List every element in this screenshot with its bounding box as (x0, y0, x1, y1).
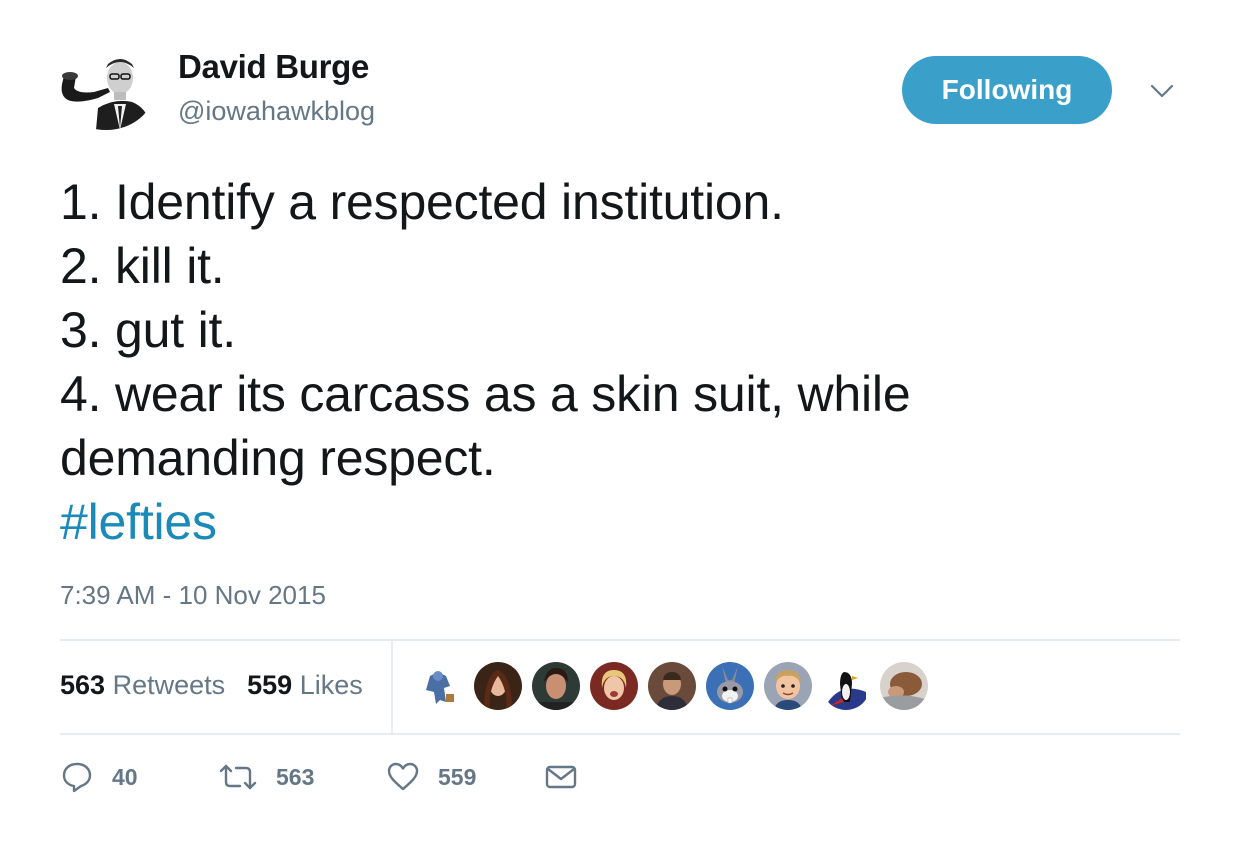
likes-stat[interactable]: 559 Likes (247, 670, 363, 701)
liker-avatars (416, 662, 928, 710)
divider (60, 639, 1180, 641)
tweet-text: 1. Identify a respected institution. 2. … (60, 170, 1180, 554)
following-button[interactable]: Following (902, 56, 1112, 124)
like-button[interactable]: 559 (386, 760, 544, 794)
liker-avatar-woman-dark-hair[interactable] (474, 662, 522, 710)
hashtag-link[interactable]: #lefties (60, 490, 1180, 554)
reply-count: 40 (112, 763, 138, 790)
tweet-line-3: 3. gut it. (60, 302, 236, 358)
tweet-line-5: demanding respect. (60, 430, 496, 486)
divider (60, 733, 1180, 735)
retweet-icon (219, 764, 257, 790)
caret-down-icon[interactable] (1148, 80, 1176, 102)
retweets-label: Retweets (112, 670, 226, 700)
retweet-button[interactable]: 563 (218, 760, 386, 794)
author-handle[interactable]: @iowahawkblog (178, 96, 375, 127)
reply-icon (62, 762, 92, 793)
divider (391, 641, 393, 733)
retweets-stat[interactable]: 563 Retweets (60, 670, 225, 701)
liker-avatar-woman-blonde[interactable] (590, 662, 638, 710)
liker-avatar-penguin-flag[interactable] (822, 662, 870, 710)
likes-count: 559 (247, 670, 293, 700)
tweet-actions: 40 563 559 (60, 760, 578, 794)
tweet-line-1: 1. Identify a respected institution. (60, 174, 784, 230)
tweet-stats: 563 Retweets 559 Likes (60, 670, 363, 701)
retweets-count: 563 (60, 670, 106, 700)
like-count: 559 (438, 763, 477, 790)
reply-button[interactable]: 40 (60, 760, 218, 794)
author-avatar[interactable] (58, 50, 154, 130)
heart-icon (387, 762, 419, 791)
likes-label: Likes (299, 670, 363, 700)
liker-avatar-cartoon-man[interactable] (764, 662, 812, 710)
retweet-count: 563 (276, 763, 315, 790)
liker-avatar-robot-figure[interactable] (416, 662, 464, 710)
author-display-name[interactable]: David Burge (178, 48, 369, 86)
message-icon (545, 765, 577, 789)
liker-avatar-man-portrait[interactable] (648, 662, 696, 710)
liker-avatar-animal-photo[interactable] (880, 662, 928, 710)
liker-avatar-cartoon-rabbit[interactable] (706, 662, 754, 710)
direct-message-button[interactable] (544, 760, 578, 794)
tweet-line-4: 4. wear its carcass as a skin suit, whil… (60, 366, 911, 422)
tweet-line-2: 2. kill it. (60, 238, 225, 294)
liker-avatar-woman-smiling[interactable] (532, 662, 580, 710)
tweet-timestamp[interactable]: 7:39 AM - 10 Nov 2015 (60, 580, 326, 611)
